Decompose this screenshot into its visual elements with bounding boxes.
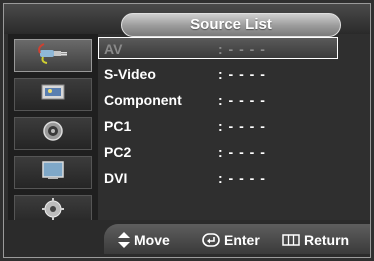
source-value: : - - - - [218,170,266,186]
setup-category-tab[interactable] [14,156,92,189]
source-item-pc1[interactable]: PC1 : - - - - [98,115,338,137]
input-plug-icon [35,41,71,70]
move-label: Move [134,232,170,248]
up-down-arrow-icon [118,232,130,248]
osd-menu-window: Source List AV: - - - - S-Video: - - -… [0,0,374,261]
source-item-pc2[interactable]: PC2 : - - - - [98,141,338,163]
source-value: : - - - - [218,66,266,82]
source-name: PC1 [104,118,132,134]
menu-category-column [8,34,98,230]
menu-header: Source List [4,4,370,37]
source-name: DVI [104,170,128,186]
sound-category-tab[interactable] [14,117,92,150]
source-name: Component [104,92,182,108]
return-menu-icon [282,233,300,247]
move-hint: Move [118,230,170,250]
source-value: : - - - - [218,41,266,57]
setup-tv-icon [35,158,71,187]
source-name: S-Video [104,66,156,82]
source-name: PC2 [104,144,132,160]
source-list: AV : - - - - S-Video : - - - - Component… [98,34,370,228]
return-label: Return [304,232,350,248]
source-value: : - - - - [218,144,266,160]
enter-hint: Enter [202,230,260,250]
return-hint: Return [282,230,349,250]
source-item-s-video[interactable]: S-Video : - - - - [98,63,338,85]
footer-hint-bar: Move Enter Return [104,224,370,254]
source-item-dvi[interactable]: DVI : - - - - [98,167,338,189]
source-value: : - - - - [218,92,266,108]
source-item-av[interactable]: AV : - - - - [98,37,338,59]
enter-icon [202,233,220,247]
source-name: AV [104,41,123,57]
source-item-component[interactable]: Component : - - - - [98,89,338,111]
picture-category-tab[interactable] [14,78,92,111]
picture-icon [35,80,71,109]
source-value: : - - - - [218,118,266,134]
menu-footer: Move Enter Return [4,220,370,258]
input-category-tab[interactable] [14,39,92,72]
sound-speaker-icon [35,119,71,148]
enter-label: Enter [224,232,260,248]
